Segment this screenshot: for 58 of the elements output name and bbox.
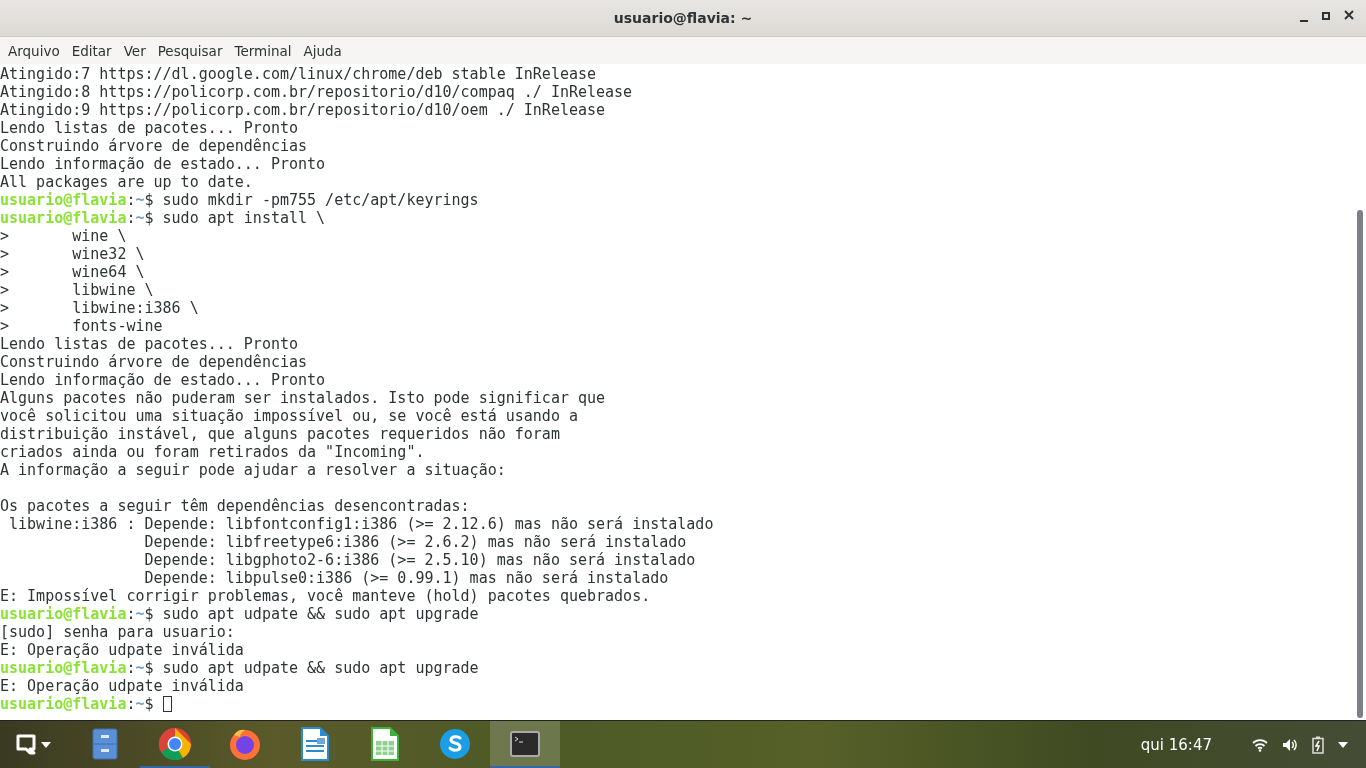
terminal-output-line: > fonts-wine	[0, 317, 163, 335]
terminal-output-line: Lendo informação de estado... Pronto	[0, 371, 326, 389]
menu-item[interactable]: Pesquisar	[151, 42, 229, 59]
prompt-path: ~	[135, 605, 145, 623]
prompt-path: ~	[135, 209, 145, 227]
menu-item[interactable]: Arquivo	[2, 42, 66, 59]
terminal-output-line: > wine32 \	[0, 245, 145, 263]
prompt-path: ~	[135, 695, 145, 713]
menu-item[interactable]: Ver	[117, 42, 152, 59]
menu-item[interactable]: Terminal	[228, 42, 298, 59]
terminal-output-line: Alguns pacotes não puderam ser instalados. Isto pode significar que	[0, 389, 606, 407]
prompt-path: ~	[135, 191, 145, 209]
prompt-user: usuario@flavia	[0, 191, 127, 209]
prompt-separator: :	[126, 209, 136, 227]
terminal-output-line: Lendo informação de estado... Pronto	[0, 155, 326, 173]
terminal-output-line: All packages are up to date.	[0, 173, 253, 191]
terminal-output-line: E: Operação udpate inválida	[0, 641, 244, 659]
window-title: usuario@flavia: ~	[613, 10, 753, 26]
terminal-output-line: Os pacotes a seguir têm dependências desencontradas:	[0, 497, 470, 515]
prompt-user: usuario@flavia	[0, 659, 127, 677]
terminal-output-line: E: Operação udpate inválida	[0, 677, 244, 695]
prompt-separator: :	[126, 191, 136, 209]
terminal-output-line: criados ainda ou foram retirados da "Incoming".	[0, 443, 425, 461]
terminal-output-line: distribuição instável, que alguns pacotes requeridos não foram	[0, 425, 560, 443]
terminal-output-line: Atingido:7 https://dl.google.com/linux/chrome/deb stable InRelease	[0, 65, 597, 83]
prompt-separator: :	[126, 605, 136, 623]
terminal-output-line: > wine64 \	[0, 263, 145, 281]
command-text: $ sudo apt udpate && sudo apt upgrade	[144, 659, 479, 677]
prompt-user: usuario@flavia	[0, 209, 127, 227]
prompt-separator: :	[126, 659, 136, 677]
command-text: $ sudo mkdir -pm755 /etc/apt/keyrings	[144, 191, 479, 209]
menu-item[interactable]: Editar	[65, 42, 118, 59]
terminal-output-line: [sudo] senha para usuario:	[0, 623, 235, 641]
terminal-output-line: > wine \	[0, 227, 127, 245]
terminal-output-line: > libwine \	[0, 281, 154, 299]
terminal-output-line: libwine:i386 : Depende: libfontconfig1:i386 (>= 2.12.6) mas não será instalado	[8, 515, 714, 533]
terminal-output-line: Depende: libgphoto2-6:i386 (>= 2.5.10) mas não será instalado	[143, 551, 696, 569]
command-text: $	[144, 695, 154, 713]
terminal-output-line: você solicitou uma situação impossível ou, se você está usando a	[0, 407, 578, 425]
terminal-output-line: Depende: libfreetype6:i386 (>= 2.6.2) mas não será instalado	[143, 533, 687, 551]
prompt-user: usuario@flavia	[0, 605, 127, 623]
terminal-output-line: Construindo árvore de dependências	[0, 137, 308, 155]
clock[interactable]: qui 16:47	[1140, 736, 1212, 754]
terminal-output-line: A informação a seguir pode ajudar a resolver a situação:	[0, 461, 506, 479]
prompt-user: usuario@flavia	[0, 695, 127, 713]
terminal-output-line: E: Impossível corrigir problemas, você manteve (hold) pacotes quebrados.	[0, 587, 651, 605]
terminal-output-line: Atingido:9 https://policorp.com.br/repositorio/d10/oem ./ InRelease	[0, 101, 606, 119]
terminal-output-line: > libwine:i386 \	[0, 299, 199, 317]
command-text: $ sudo apt install \	[144, 209, 326, 227]
prompt-path: ~	[135, 659, 145, 677]
terminal-output-line: Construindo árvore de dependências	[0, 353, 308, 371]
prompt-separator: :	[126, 695, 136, 713]
terminal-output-line: Lendo listas de pacotes... Pronto	[0, 119, 298, 137]
terminal-output-line: Lendo listas de pacotes... Pronto	[0, 335, 298, 353]
menu-item[interactable]: Ajuda	[297, 42, 348, 59]
terminal-output-line: Depende: libpulse0:i386 (>= 0.99.1) mas não será instalado	[143, 569, 669, 587]
command-text: $ sudo apt udpate && sudo apt upgrade	[144, 605, 479, 623]
terminal-output-line: Atingido:8 https://policorp.com.br/repositorio/d10/compaq ./ InRelease	[0, 83, 633, 101]
